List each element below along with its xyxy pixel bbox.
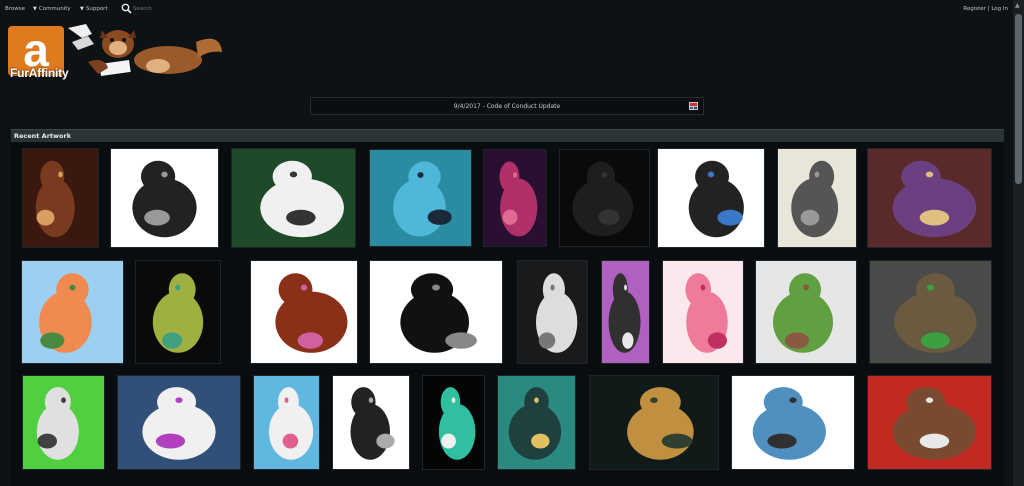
scrollbar-thumb[interactable] [1015, 14, 1022, 184]
artwork-thumbnail[interactable] [253, 375, 320, 470]
artwork-thumbnail[interactable] [250, 260, 358, 364]
login-link[interactable]: Log In [991, 6, 1008, 12]
nav-browse[interactable]: Browse [5, 6, 25, 12]
logo-text[interactable]: FurAffinity [10, 66, 69, 80]
artwork-thumbnail[interactable] [559, 149, 650, 247]
artwork-image [602, 261, 649, 363]
page-scrollbar[interactable]: ▲ [1013, 0, 1024, 486]
artwork-thumbnail[interactable] [110, 148, 219, 248]
artwork-thumbnail[interactable] [497, 375, 576, 470]
artwork-thumbnail[interactable] [21, 260, 124, 364]
artwork-thumbnail[interactable] [589, 375, 719, 470]
artwork-image [590, 376, 718, 469]
artwork-image [333, 376, 409, 469]
artwork-thumbnail[interactable] [369, 149, 472, 247]
artwork-thumbnail[interactable] [422, 375, 485, 470]
auth-links: Register | Log In [963, 6, 1008, 12]
artwork-image [658, 149, 764, 247]
search-icon[interactable] [121, 3, 132, 14]
artwork-image [518, 261, 587, 363]
artwork-thumbnail[interactable] [22, 148, 99, 248]
artwork-image [370, 150, 471, 246]
recent-artwork-gallery [11, 142, 1004, 486]
artwork-image [254, 376, 319, 469]
announcement-text[interactable]: 9/4/2017 - Code of Conduct Update [311, 103, 703, 110]
artwork-image [868, 376, 991, 469]
artwork-thumbnail[interactable] [231, 148, 356, 248]
artwork-image [732, 376, 854, 469]
artwork-thumbnail[interactable] [601, 260, 650, 364]
artwork-image [370, 261, 502, 363]
artwork-thumbnail[interactable] [867, 375, 992, 470]
artwork-image [23, 149, 98, 247]
artwork-thumbnail[interactable] [332, 375, 410, 470]
artwork-thumbnail[interactable] [483, 149, 547, 247]
artwork-thumbnail[interactable] [117, 375, 241, 470]
nav-support[interactable]: ▼ Support [80, 6, 108, 12]
artwork-thumbnail[interactable] [369, 260, 503, 364]
recent-artwork-header: Recent Artwork [11, 129, 1004, 142]
dropdown-caret-icon: ▼ [80, 6, 84, 12]
artwork-thumbnail[interactable] [731, 375, 855, 470]
artwork-thumbnail[interactable] [867, 148, 992, 248]
announcement-bar[interactable]: 9/4/2017 - Code of Conduct Update [310, 97, 704, 115]
artwork-image [778, 149, 856, 247]
artwork-thumbnail[interactable] [517, 260, 588, 364]
artwork-image [136, 261, 220, 363]
artwork-image [756, 261, 856, 363]
top-nav: Browse ▼Community ▼Support Register | Lo… [0, 0, 1024, 18]
artwork-thumbnail[interactable] [777, 148, 857, 248]
artwork-thumbnail[interactable] [22, 375, 105, 470]
artwork-image [870, 261, 991, 363]
artwork-image [423, 376, 484, 469]
artwork-image [484, 150, 546, 246]
artwork-image [232, 149, 355, 247]
register-link[interactable]: Register [963, 6, 986, 12]
artwork-image [22, 261, 123, 363]
artwork-thumbnail[interactable] [755, 260, 857, 364]
artwork-thumbnail[interactable] [869, 260, 992, 364]
artwork-image [118, 376, 240, 469]
artwork-image [251, 261, 357, 363]
nav-community[interactable]: ▼ Community [33, 6, 71, 12]
artwork-image [498, 376, 575, 469]
scroll-up-icon[interactable]: ▲ [1015, 2, 1020, 9]
artwork-image [868, 149, 991, 247]
artwork-thumbnail[interactable] [135, 260, 221, 364]
search-input[interactable] [133, 4, 203, 14]
dropdown-caret-icon: ▼ [33, 6, 37, 12]
artwork-thumbnail[interactable] [662, 260, 744, 364]
artwork-image [663, 261, 743, 363]
section-title: Recent Artwork [14, 132, 72, 140]
artwork-image [111, 149, 218, 247]
artwork-thumbnail[interactable] [657, 148, 765, 248]
artwork-image [560, 150, 649, 246]
notice-icon[interactable] [689, 102, 698, 110]
artwork-image [23, 376, 104, 469]
